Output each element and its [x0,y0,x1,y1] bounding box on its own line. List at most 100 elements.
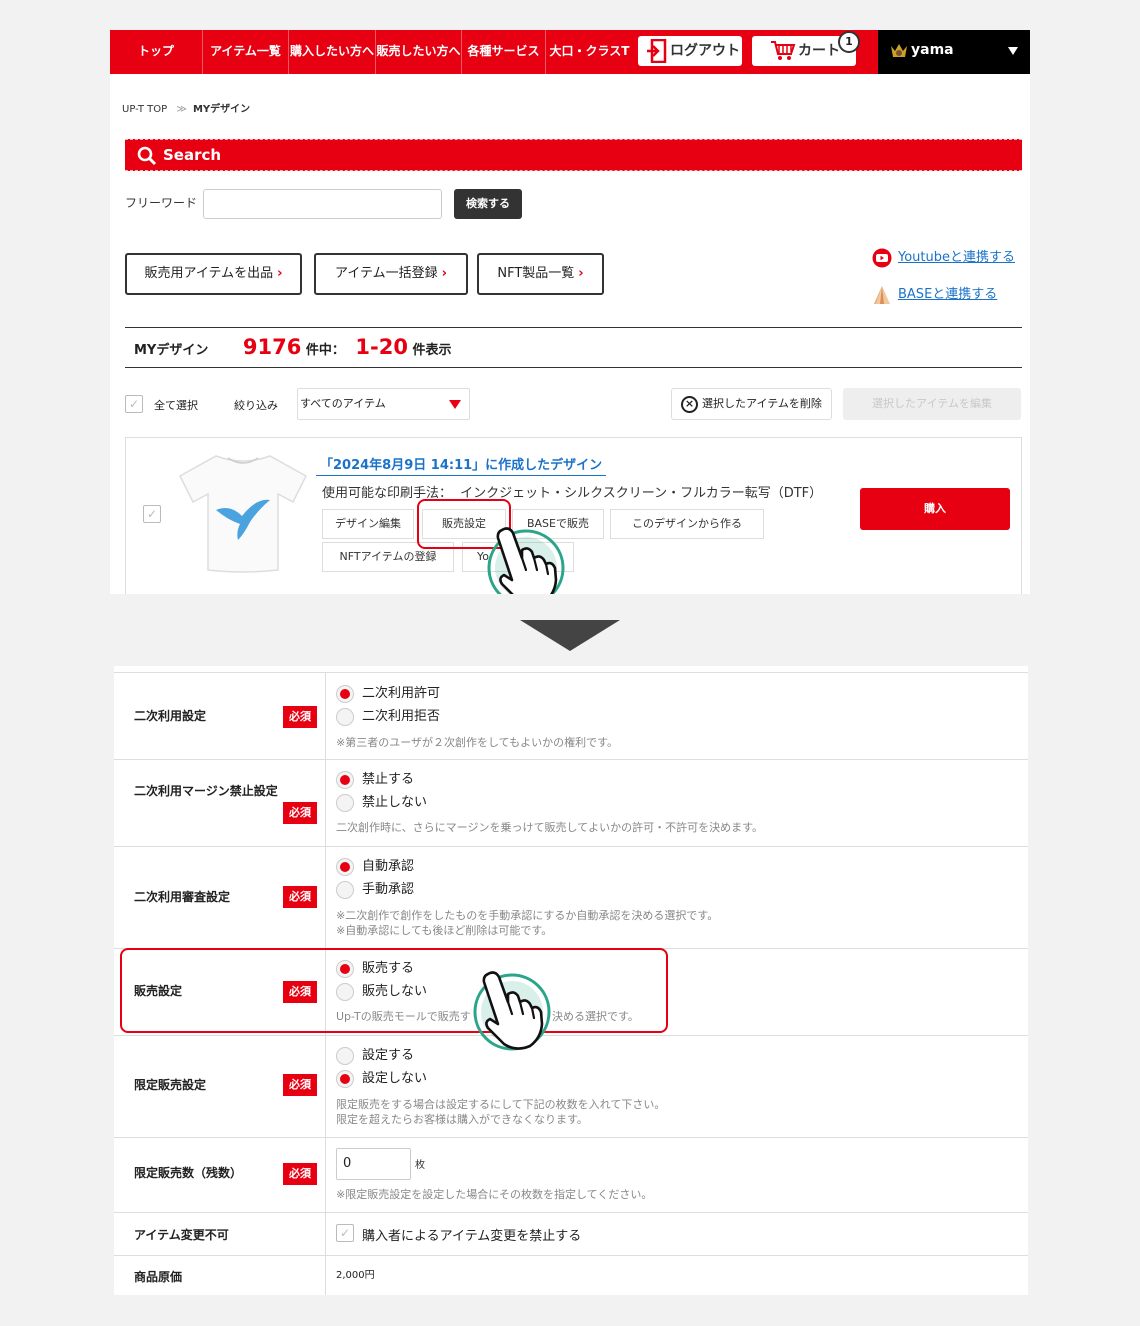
narrow-select[interactable]: すべてのアイテム [297,388,470,420]
narrow-label: 絞り込み [234,399,278,412]
radio-off-icon [336,708,354,726]
edit-selected-button[interactable]: 選択したアイテムを編集 [843,388,1021,420]
required-badge: 必須 [283,1163,317,1185]
radio-option[interactable]: 禁止しない [336,794,427,812]
list-sale-item-button[interactable]: 販売用アイテムを出品 › [125,253,302,295]
bulk-register-button[interactable]: アイテム一括登録 › [314,253,468,295]
required-badge: 必須 [283,802,317,824]
buy-button[interactable]: 購入 [860,488,1010,530]
cost-value: 2,000円 [336,1270,375,1281]
cart-icon [771,41,796,60]
check-icon: ✓ [146,507,158,521]
print-methods: 使用可能な印刷手法： インクジェット・シルクスクリーン・フルカラー転写（DTF） [322,482,822,501]
logout-door-icon [647,39,667,63]
design-edit-button[interactable]: デザイン編集 [322,509,414,539]
breadcrumb: UP-T TOP ≫ MYデザイン [122,100,250,115]
row-note: ※二次創作で創作をしたものを手動承認にするか自動承認を決める選択です。 [336,909,719,922]
no-change-checkbox[interactable]: ✓ [336,1224,354,1242]
sale-settings-form-screenshot: 二次利用設定 必須 二次利用許可 二次利用拒否 ※第三者のユーザが２次創作をしても… [114,666,1028,1295]
narrow-select-value: すべてのアイテム [300,397,386,410]
username: yama [911,42,954,58]
list-sale-item-label: 販売用アイテムを出品 [144,266,274,281]
row-note: 二次創作時に、さらにマージンを乗っけて販売してよいかの許可・不許可を決めます。 [336,821,764,834]
radio-off-icon [336,794,354,812]
unit-label: 枚 [415,1160,425,1171]
tshirt-thumbnail-icon[interactable] [178,450,308,574]
bulk-register-label: アイテム一括登録 [334,266,438,281]
chevron-down-icon [449,400,461,409]
breadcrumb-root-link[interactable]: UP-T TOP [122,104,167,115]
required-badge: 必須 [283,886,317,908]
row-note: 限定を超えたらお客様は購入ができなくなります。 [336,1113,588,1126]
step-arrow-down-icon [520,620,620,651]
radio-label: 禁止する [362,772,415,787]
freeword-input[interactable] [203,189,442,219]
row-label: 商品原価 [134,1270,183,1284]
radio-option[interactable]: 禁止する [336,771,414,789]
radio-option[interactable]: 自動承認 [336,858,414,876]
radio-label: 二次利用拒否 [362,709,441,724]
radio-option[interactable]: 手動承認 [336,881,414,899]
delete-selected-button[interactable]: × 選択したアイテムを削除 [671,388,832,420]
select-all-checkbox[interactable]: ✓ [125,395,143,413]
nav-item-for-buyers[interactable]: 購入したい方へ [288,30,375,74]
check-icon: ✓ [128,397,140,411]
select-all-label: 全て選択 [154,399,198,412]
breadcrumb-separator-icon: ≫ [176,104,187,115]
row-label: アイテム変更不可 [134,1228,229,1242]
radio-off-icon [336,881,354,899]
filter-toolbar: ✓ 全て選択 絞り込み すべてのアイテム × 選択したアイテムを削除 選択したア… [125,388,1022,420]
row-note: ※自動承認にしても後ほど削除は可能です。 [336,924,553,937]
radio-label: 設定しない [362,1071,428,1086]
youtube-connect-label: Youtubeと連携する [898,250,1015,265]
result-summary: MYデザイン 9176 件中： 1-20 件表示 [134,335,452,359]
cart-label: カート [798,43,840,59]
base-connect-link[interactable]: BASEと連携する [872,283,997,305]
nav-item-services[interactable]: 各種サービス [461,30,545,74]
limited-count-input[interactable]: 0 [336,1148,411,1180]
search-submit-button[interactable]: 検索する [454,189,522,219]
youtube-icon [872,248,892,267]
create-from-design-button[interactable]: このデザインから作る [610,509,764,539]
nft-products-button[interactable]: NFT製品一覧 › [477,253,604,295]
avatar-crown-icon [891,44,907,57]
dropdown-caret-icon[interactable] [1008,47,1018,55]
form-row-item-no-change: アイテム変更不可 ✓ 購入者によるアイテム変更を禁止する [114,1213,1028,1256]
row-note: 限定販売をする場合は設定するにして下記の枚数を入れて下さい。 [336,1098,666,1111]
radio-off-icon [336,1047,354,1065]
radio-option[interactable]: 設定しない [336,1070,427,1088]
search-section-title: Search [163,146,222,164]
row-label: 二次利用設定 [134,709,207,723]
summary-total-suffix: 件中： [305,343,345,358]
radio-on-icon [336,685,354,703]
nav-item-items[interactable]: アイテム一覧 [202,30,288,74]
my-design-page-screenshot: トップ アイテム一覧 購入したい方へ 販売したい方へ 各種サービス 大口・クラス… [110,30,1030,594]
chevron-right-icon: › [277,266,283,281]
youtube-connect-link[interactable]: Youtubeと連携する [872,246,1015,268]
chevron-right-icon: › [441,266,448,281]
user-menu[interactable]: yama [878,30,1030,74]
radio-label: 設定する [362,1048,415,1063]
cart-count-badge: 1 [838,31,860,53]
required-badge: 必須 [283,706,317,728]
nft-products-label: NFT製品一覧 [497,266,575,281]
highlight-frame [120,948,668,1033]
freeword-label: フリーワード [125,196,198,210]
form-row-review: 二次利用審査設定 必須 自動承認 手動承認 ※二次創作で創作をしたものを手動承認に… [114,847,1028,949]
row-label: 二次利用審査設定 [134,890,231,904]
radio-option[interactable]: 設定する [336,1047,414,1065]
pointer-hand-icon [473,971,551,1051]
breadcrumb-current: MYデザイン [192,104,251,115]
radio-option[interactable]: 二次利用許可 [336,685,440,703]
no-change-checkbox-label: 購入者によるアイテム変更を禁止する [362,1229,582,1244]
nav-item-for-sellers[interactable]: 販売したい方へ [375,30,461,74]
item-checkbox[interactable]: ✓ [143,505,161,523]
logout-button[interactable]: ログアウト [638,36,742,66]
design-title-link[interactable]: 「2024年8月9日 14:11」に作成したデザイン [316,454,607,476]
base-connect-label: BASEと連携する [898,287,998,302]
nav-item-top[interactable]: トップ [110,30,202,74]
nav-item-bulk-class-t[interactable]: 大口・クラスT [545,30,633,74]
radio-label: 手動承認 [362,882,415,897]
required-badge: 必須 [283,1074,317,1096]
radio-option[interactable]: 二次利用拒否 [336,708,440,726]
